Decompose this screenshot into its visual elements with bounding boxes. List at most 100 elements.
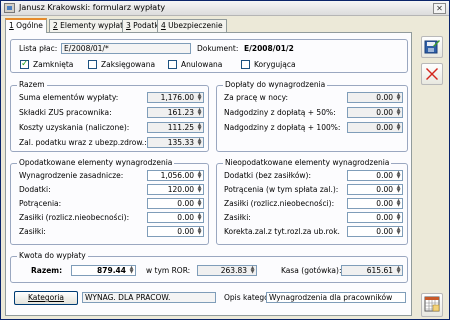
value: 615.61 — [366, 266, 393, 275]
nieop-dodatki-field[interactable]: 0.00 ▲ ▼ — [347, 170, 403, 181]
anulowana-checkbox[interactable] — [168, 60, 177, 69]
spin-icon: ▲ ▼ — [396, 92, 401, 102]
spin-icon: ▲ ▼ — [197, 198, 202, 208]
cancel-button[interactable] — [421, 63, 443, 85]
value: 263.83 — [220, 266, 247, 275]
tab-elementy-wyplaty[interactable]: 2 Elementy wypłaty — [49, 19, 132, 32]
ror-field[interactable]: 263.83 ▲ ▼ — [197, 265, 257, 276]
koszty-uzyskania-field[interactable]: 111.25 ▲ ▼ — [147, 122, 204, 133]
opodatkowane-group: Opodatkowane elementy wynagrodzenia Wyna… — [10, 158, 209, 245]
value: 879.44 — [97, 266, 126, 275]
tab-ogolne[interactable]: 1 Ogólne — [5, 18, 47, 33]
nieop-potracenia-field[interactable]: 0.00 ▲ ▼ — [347, 184, 403, 195]
kasa-field[interactable]: 615.61 ▲ ▼ — [341, 265, 403, 276]
red-x-icon — [426, 68, 438, 80]
suma-elementow-label: Suma elementów wypłaty: — [19, 93, 119, 102]
window-title: Janusz Krakowski: formularz wypłaty — [19, 3, 166, 12]
value: 0.00 — [376, 93, 393, 102]
kwota-do-wyplaty-group: Kwota do wypłaty Razem: 879.44 ▲ ▼ w tym R… — [10, 251, 408, 283]
value: 0.00 — [376, 199, 393, 208]
kategoria-field[interactable]: WYNAG. DLA PRACOW. — [82, 292, 216, 303]
nadgodziny-50-field[interactable]: 0.00 ▲ ▼ — [347, 107, 403, 118]
value: 0.00 — [177, 227, 194, 236]
zasilki-rozlicz-field[interactable]: 0.00 ▲ ▼ — [147, 212, 204, 223]
zaksiegowana-label: Zaksięgowana — [101, 60, 156, 69]
zamknieta-label: Zamknięta — [33, 60, 74, 69]
korygujaca-label: Korygująca — [254, 60, 296, 69]
zal-podatku-label: Zal. podatku wraz z ubezp.zdrow.: — [19, 138, 147, 147]
calendar-button[interactable] — [421, 293, 443, 317]
spin-icon: ▲ ▼ — [396, 184, 401, 194]
spin-icon: ▲ ▼ — [250, 265, 255, 275]
nieop-zasilki-field[interactable]: 0.00 ▲ ▼ — [347, 212, 403, 223]
spin-icon: ▲ ▼ — [197, 170, 202, 180]
kategoria-button[interactable]: Kategoria — [14, 291, 78, 305]
spin-icon: ▲ ▼ — [396, 212, 401, 222]
payroll-form-window: Janusz Krakowski: formularz wypłaty ✕ 1 … — [0, 0, 450, 320]
ror-label: w tym ROR: — [146, 266, 191, 275]
nadgodziny-50-label: Nadgodziny z dopłatą + 50%: — [224, 108, 336, 117]
dodatki-field[interactable]: 120.00 ▲ ▼ — [147, 184, 204, 195]
korekta-field[interactable]: 0.00 ▲ ▼ — [347, 226, 403, 237]
tab-label: Elementy wypłaty — [60, 21, 128, 30]
tab-key: 3 — [126, 21, 131, 30]
value: 161.23 — [167, 108, 194, 117]
spin-icon: ▲ ▼ — [396, 265, 401, 275]
razem-total-field[interactable]: 879.44 ▲ ▼ — [71, 265, 136, 276]
dodatki-label: Dodatki: — [19, 185, 51, 194]
nieop-zasilki-label: Zasiłki: — [224, 213, 251, 222]
dokument-number: E/2008/01/2 — [244, 44, 294, 53]
value: 0.00 — [376, 171, 393, 180]
tab-panel-ogolne: Lista płac: E/2008/01/* Dokument: E/2008… — [5, 32, 412, 316]
spin-icon: ▲ ▼ — [396, 170, 401, 180]
korygujaca-checkbox[interactable] — [241, 60, 250, 69]
potracenia-field[interactable]: 0.00 ▲ ▼ — [147, 198, 204, 209]
nieop-dodatki-label: Dodatki (bez zasiłków): — [224, 171, 312, 180]
wynagrodzenie-zasadnicze-field[interactable]: 1,056.00 ▲ ▼ — [147, 170, 204, 181]
save-button[interactable] — [421, 36, 443, 58]
close-button[interactable]: ✕ — [433, 3, 446, 14]
skladki-zus-label: Składki ZUS pracownika: — [19, 108, 112, 117]
save-disk-icon — [424, 40, 440, 54]
zaksiegowana-checkbox[interactable] — [88, 60, 97, 69]
zasilki-field[interactable]: 0.00 ▲ ▼ — [147, 226, 204, 237]
razem-title: Razem — [17, 80, 47, 89]
kwota-title: Kwota do wypłaty — [17, 251, 88, 260]
zasilki-rozlicz-label: Zasiłki (rozlicz.nieobecności): — [19, 213, 130, 222]
spin-icon: ▲ ▼ — [197, 107, 202, 117]
nieopodatkowane-title: Nieopodatkowane elementy wynagrodzenia — [223, 158, 392, 167]
praca-w-nocy-label: Za pracę w nocy: — [224, 93, 289, 102]
zamknieta-checkbox[interactable] — [20, 59, 29, 69]
spin-icon: ▲ ▼ — [396, 107, 401, 117]
praca-w-nocy-field[interactable]: 0.00 ▲ ▼ — [347, 92, 403, 103]
doplaty-title: Dopłaty do wynagrodzenia — [223, 80, 328, 89]
value: 1,056.00 — [160, 171, 194, 180]
value: 0.00 — [376, 185, 393, 194]
nadgodziny-100-field[interactable]: 0.00 ▲ ▼ — [347, 122, 403, 133]
lista-plac-label: Lista płac: — [19, 44, 58, 53]
tab-label: Ogólne — [16, 21, 43, 30]
opis-kategorii-field[interactable]: Wynagrodzenia dla pracowników — [266, 292, 406, 303]
value: 1,176.00 — [160, 93, 194, 102]
zal-podatku-field[interactable]: 135.33 ▲ ▼ — [147, 137, 204, 148]
tab-ubezpieczenie[interactable]: 4 Ubezpieczenie — [157, 19, 227, 32]
value: 0.00 — [177, 199, 194, 208]
nieop-zasilki-rozlicz-field[interactable]: 0.00 ▲ ▼ — [347, 198, 403, 209]
title-bar: Janusz Krakowski: formularz wypłaty ✕ — [1, 1, 449, 16]
lista-plac-field[interactable]: E/2008/01/* — [61, 43, 191, 54]
tab-key: 2 — [53, 21, 58, 30]
kasa-label: Kasa (gotówka): — [281, 266, 342, 275]
suma-elementow-field[interactable]: 1,176.00 ▲ ▼ — [147, 92, 204, 103]
spin-icon: ▲ ▼ — [396, 198, 401, 208]
spin-icon: ▲ ▼ — [197, 92, 202, 102]
value: 0.00 — [376, 108, 393, 117]
koszty-uzyskania-label: Koszty uzyskania (naliczone): — [19, 123, 130, 132]
value: 0.00 — [376, 123, 393, 132]
spin-icon: ▲ ▼ — [396, 122, 401, 132]
razem-group: Razem Suma elementów wypłaty: 1,176.00 ▲ ▼… — [10, 80, 209, 152]
spin-icon: ▲ ▼ — [197, 137, 202, 147]
spin-icon: ▲ ▼ — [197, 226, 202, 236]
value: 135.33 — [167, 138, 194, 147]
skladki-zus-field[interactable]: 161.23 ▲ ▼ — [147, 107, 204, 118]
tab-key: 1 — [9, 21, 14, 30]
